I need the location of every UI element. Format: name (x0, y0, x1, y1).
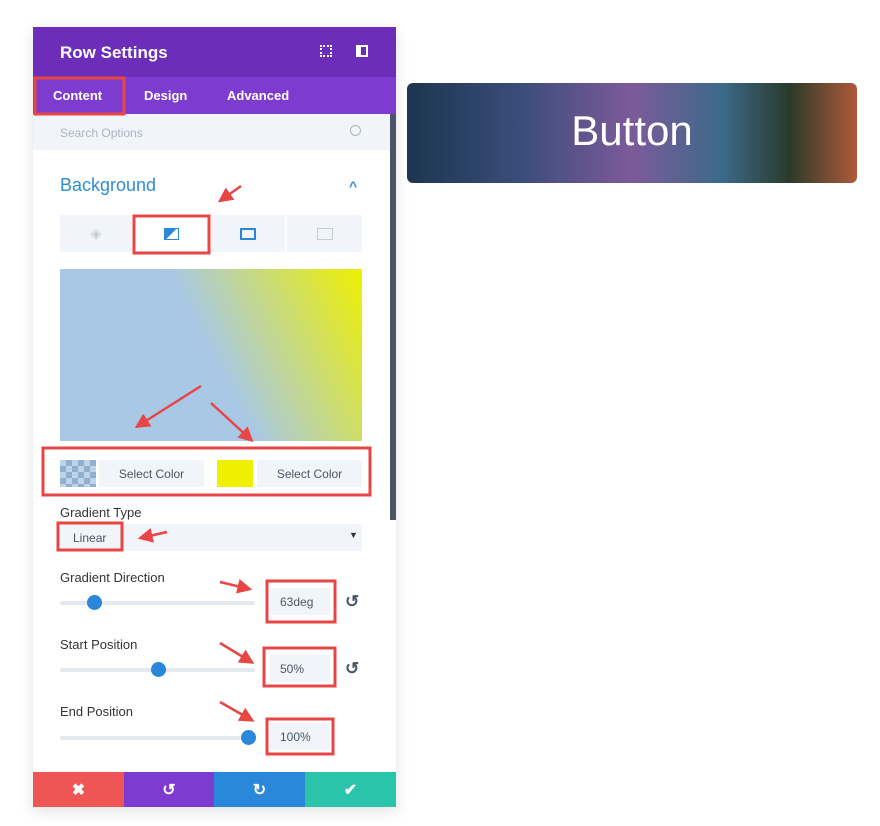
annotation-box (262, 646, 337, 688)
annotation-box (265, 579, 337, 624)
annotation-arrow (134, 384, 202, 429)
annotation-overlay (33, 76, 372, 756)
annotation-box (41, 446, 372, 497)
annotation-arrow (219, 578, 253, 594)
annotation-arrow (210, 402, 254, 443)
annotation-arrow (217, 184, 242, 203)
annotation-box (33, 76, 126, 116)
annotation-box (265, 717, 335, 756)
annotation-box (56, 521, 124, 552)
annotation-arrow (137, 528, 168, 543)
annotation-box (132, 214, 211, 255)
annotation-arrow (219, 700, 255, 722)
annotation-arrow (219, 641, 255, 664)
